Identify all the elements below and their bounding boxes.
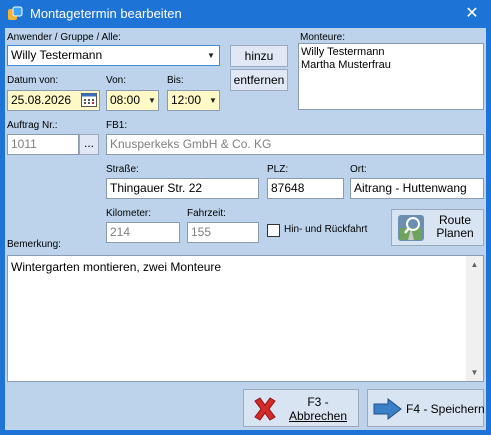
list-item[interactable]: Martha Musterfrau: [301, 59, 481, 72]
scroll-up-icon[interactable]: ▲: [466, 256, 483, 273]
dialog-body: Anwender / Gruppe / Alle: Willy Testerma…: [5, 28, 486, 430]
cancel-line2: Abbrechen: [288, 409, 348, 423]
order-field[interactable]: 1011: [7, 134, 79, 155]
distance-label: Kilometer:: [106, 208, 152, 219]
remark-label: Bemerkung:: [7, 239, 61, 250]
close-button[interactable]: ✕: [458, 3, 486, 25]
city-label: Ort:: [350, 164, 367, 175]
fb1-field[interactable]: Knusperkeks GmbH & Co. KG: [106, 134, 484, 155]
round-trip-checkbox[interactable]: [267, 224, 280, 237]
date-field[interactable]: 25.08.2026: [7, 90, 100, 111]
cancel-label: F3 - Abbrechen: [278, 395, 358, 423]
time-to-select[interactable]: 12:00 ▼: [167, 90, 220, 111]
add-user-button[interactable]: hinzu: [230, 45, 288, 67]
fitters-list[interactable]: Willy Testermann Martha Musterfrau: [298, 43, 484, 110]
app-icon: [8, 6, 23, 20]
user-group-value: Willy Testermann: [11, 48, 103, 62]
date-label: Datum von:: [7, 75, 59, 86]
cancel-x-icon: [254, 397, 276, 421]
fitters-label: Monteure:: [300, 32, 346, 43]
save-button[interactable]: F4 - Speichern: [367, 389, 485, 427]
remark-text: Wintergarten montieren, zwei Monteure: [11, 260, 222, 274]
chevron-down-icon: ▼: [146, 91, 158, 110]
remove-user-button[interactable]: entfernen: [230, 69, 288, 91]
arrow-right-icon: [373, 398, 402, 420]
order-browse-button[interactable]: ...: [79, 134, 99, 155]
remark-textarea[interactable]: Wintergarten montieren, zwei Monteure ▲ …: [7, 255, 484, 382]
remark-scrollbar[interactable]: ▲ ▼: [466, 256, 483, 381]
time-to-value: 12:00: [171, 93, 202, 107]
order-label: Auftrag Nr.:: [7, 120, 58, 131]
street-label: Straße:: [106, 164, 139, 175]
cancel-line1: F3 -: [307, 395, 329, 409]
street-field[interactable]: Thingauer Str. 22: [106, 178, 259, 199]
cancel-button[interactable]: F3 - Abbrechen: [243, 389, 359, 427]
calendar-icon[interactable]: [81, 93, 97, 107]
time-from-value: 08:00: [110, 93, 141, 107]
chevron-down-icon: ▼: [207, 91, 219, 110]
travel-time-field[interactable]: 155: [187, 222, 259, 243]
title-bar[interactable]: Montagetermin bearbeiten ✕: [0, 0, 491, 28]
route-plan-line2: Planen: [436, 226, 474, 240]
time-from-label: Von:: [106, 75, 127, 86]
zip-field[interactable]: 87648: [267, 178, 344, 199]
route-map-icon: [398, 215, 424, 241]
save-label: F4 - Speichern: [406, 402, 485, 416]
dialog-window: Montagetermin bearbeiten ✕ Anwender / Gr…: [0, 0, 491, 435]
city-field[interactable]: Aitrang - Huttenwang: [350, 178, 484, 199]
scroll-down-icon[interactable]: ▼: [466, 364, 483, 381]
user-group-select[interactable]: Willy Testermann ▼: [7, 45, 220, 66]
time-from-select[interactable]: 08:00 ▼: [106, 90, 159, 111]
close-icon: ✕: [465, 5, 479, 22]
fb1-label: FB1:: [106, 120, 128, 131]
travel-time-label: Fahrzeit:: [187, 208, 226, 219]
date-value: 25.08.2026: [11, 93, 72, 107]
route-plan-label: Route Planen: [429, 214, 481, 240]
list-item[interactable]: Willy Testermann: [301, 46, 481, 59]
route-plan-line1: Route: [438, 213, 472, 227]
round-trip-label: Hin- und Rückfahrt: [284, 224, 368, 235]
user-group-label: Anwender / Gruppe / Alle:: [7, 32, 121, 43]
window-title: Montagetermin bearbeiten: [30, 6, 182, 21]
chevron-down-icon: ▼: [203, 46, 219, 65]
time-to-label: Bis:: [167, 75, 184, 86]
route-plan-button[interactable]: Route Planen: [391, 209, 484, 246]
distance-field[interactable]: 214: [106, 222, 180, 243]
zip-label: PLZ:: [267, 164, 289, 175]
